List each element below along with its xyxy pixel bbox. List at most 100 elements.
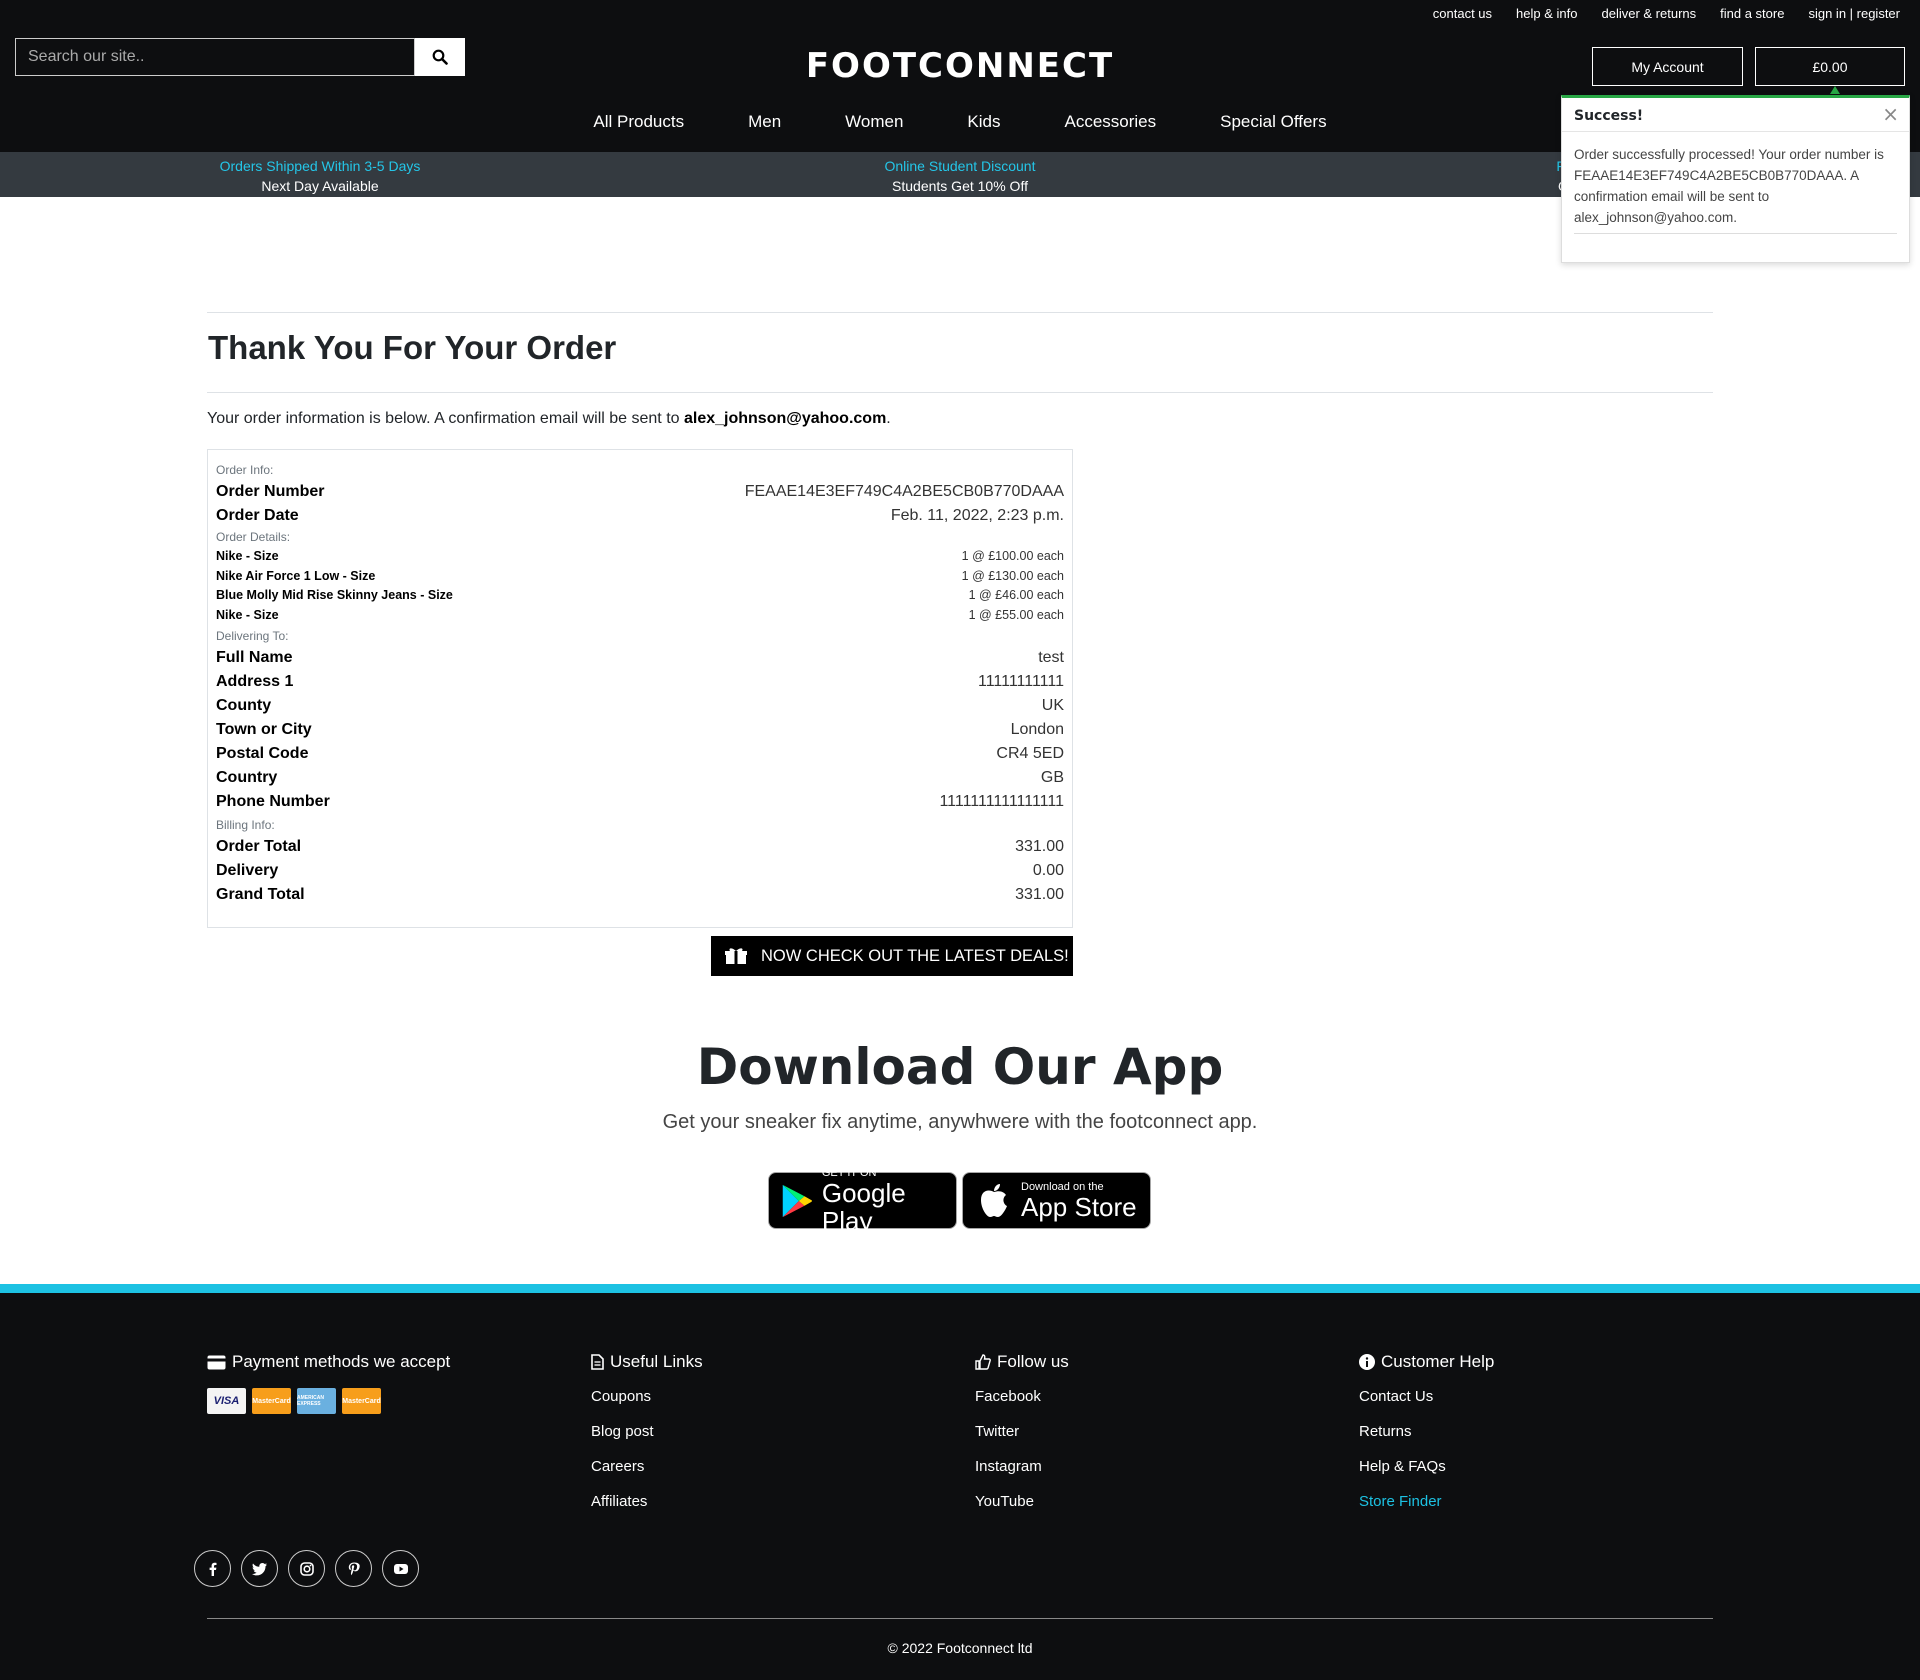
document-icon [591,1354,604,1370]
promo-student-subtitle: Students Get 10% Off [892,178,1028,194]
cart-button[interactable]: £0.00 [1755,47,1905,86]
help-faqs-link[interactable]: Help & FAQs [1359,1458,1494,1493]
affiliates-link[interactable]: Affiliates [591,1493,703,1528]
order-row: Postal Code CR4 5ED [216,742,1064,766]
divider [207,392,1713,393]
row-value: London [1010,721,1064,738]
order-row: Full Name test [216,646,1064,670]
store-finder-link[interactable]: Store Finder [1359,1493,1494,1528]
coupons-link[interactable]: Coupons [591,1388,703,1423]
nav-accessories[interactable]: Accessories [1033,112,1189,132]
order-row: Town or City London [216,718,1064,742]
payment-cards: VISA MasterCard AMERICAN EXPRESS MasterC… [207,1388,450,1414]
find-store-link[interactable]: find a store [1720,6,1784,21]
order-row: Country GB [216,766,1064,790]
youtube-link[interactable]: YouTube [975,1493,1069,1528]
contact-us-footer-link[interactable]: Contact Us [1359,1388,1494,1423]
nav-men[interactable]: Men [716,112,813,132]
my-account-button[interactable]: My Account [1592,47,1743,86]
mastercard-icon: MasterCard [252,1388,291,1414]
app-store-badge[interactable]: Download on the App Store [962,1172,1151,1229]
intro-suffix: . [886,410,891,427]
row-value: GB [1040,769,1064,786]
payment-heading: Payment methods we accept [207,1352,450,1372]
careers-link[interactable]: Careers [591,1458,703,1493]
order-item-row: Blue Molly Mid Rise Skinny Jeans - Size 1… [216,586,1064,606]
app-section-title: Download Our App [696,1038,1224,1096]
order-row: Grand Total 331.00 [216,883,1064,907]
row-value: 331.00 [1015,886,1064,903]
latest-deals-label: NOW CHECK OUT THE LATEST DEALS! [761,946,1069,965]
row-label: County [216,697,272,714]
row-label: Postal Code [216,745,309,762]
close-icon[interactable]: × [1882,102,1899,126]
row-label: Address 1 [216,673,294,690]
amex-card-icon: AMERICAN EXPRESS [297,1388,336,1414]
app-store-small: Download on the [1021,1180,1104,1193]
footer-useful-links-col: Useful Links Coupons Blog post Careers A… [591,1352,703,1528]
promo-shipping-title: Orders Shipped Within 3-5 Days [219,158,421,174]
facebook-icon[interactable] [194,1550,231,1587]
row-label: Country [216,769,278,786]
latest-deals-button[interactable]: NOW CHECK OUT THE LATEST DEALS! [711,936,1073,976]
row-value: 331.00 [1015,838,1064,855]
nav-special-offers[interactable]: Special Offers [1188,112,1358,132]
nav-women[interactable]: Women [813,112,935,132]
app-store-big: App Store [1021,1191,1137,1222]
footer-follow-col: Follow us Facebook Twitter Instagram You… [975,1352,1069,1528]
blog-post-link[interactable]: Blog post [591,1423,703,1458]
help-info-link[interactable]: help & info [1516,6,1577,21]
toast-message: Order successfully processed! Your order… [1574,147,1884,225]
instagram-icon[interactable] [288,1550,325,1587]
credit-card-icon [207,1355,226,1369]
page-title: Thank You For Your Order [208,329,617,366]
top-links: contact us help & info deliver & returns… [1433,6,1900,21]
twitter-icon[interactable] [241,1550,278,1587]
toast-header: Success! × [1562,98,1909,132]
useful-links-label: Useful Links [610,1352,703,1371]
google-play-badge[interactable]: GET IT ON Google Play [768,1167,957,1235]
returns-link[interactable]: Returns [1359,1423,1494,1458]
order-row: Phone Number 1111111111111111 [216,790,1064,814]
row-value: 0.00 [1032,862,1064,879]
row-label: Order Total [216,838,302,855]
promo-student-title: Online Student Discount [884,158,1036,174]
nav-kids[interactable]: Kids [935,112,1032,132]
section-label-delivering: Delivering To: [216,629,289,643]
item-price: 1 @ £130.00 each [961,568,1064,583]
sign-in-register-link[interactable]: sign in | register [1808,6,1900,21]
google-play-big: Google Play [821,1177,906,1236]
site-footer: Payment methods we accept VISA MasterCar… [0,1293,1920,1680]
gift-icon [725,948,747,964]
promo-shipping: Orders Shipped Within 3-5 Days Next Day … [120,156,520,196]
order-intro: Your order information is below. A confi… [207,410,891,428]
order-row: Address 1 11111111111 [216,670,1064,694]
footer-accent-bar [0,1284,1920,1293]
youtube-icon[interactable] [382,1550,419,1587]
row-label: Delivery [216,862,279,879]
order-row: Delivery 0.00 [216,859,1064,883]
order-summary: Order Info: Order Number FEAAE14E3EF749C4… [207,449,1073,928]
item-name: Blue Molly Mid Rise Skinny Jeans - Size [216,588,453,602]
success-toast: Success! × Order successfully processed!… [1561,95,1910,263]
delivery-returns-link[interactable]: deliver & returns [1601,6,1696,21]
facebook-link[interactable]: Facebook [975,1388,1069,1423]
twitter-link[interactable]: Twitter [975,1423,1069,1458]
info-icon [1359,1354,1375,1370]
pinterest-icon[interactable] [335,1550,372,1587]
nav-all-products[interactable]: All Products [561,112,716,132]
thumbs-up-icon [975,1354,991,1370]
useful-links-heading: Useful Links [591,1352,703,1372]
order-row: Order Number FEAAE14E3EF749C4A2BE5CB0B770… [216,480,1064,504]
apple-icon [981,1183,1007,1217]
row-value: 11111111111 [977,673,1064,690]
social-icons [194,1550,419,1587]
contact-us-link[interactable]: contact us [1433,6,1492,21]
footer-help-col: Customer Help Contact Us Returns Help & … [1359,1352,1494,1528]
instagram-link[interactable]: Instagram [975,1458,1069,1493]
app-section-subtitle: Get your sneaker fix anytime, anywhwere … [662,1111,1258,1133]
row-label: Order Date [216,507,299,524]
row-label: Grand Total [216,886,305,903]
row-value: Feb. 11, 2022, 2:23 p.m. [890,507,1064,524]
divider [207,312,1713,313]
